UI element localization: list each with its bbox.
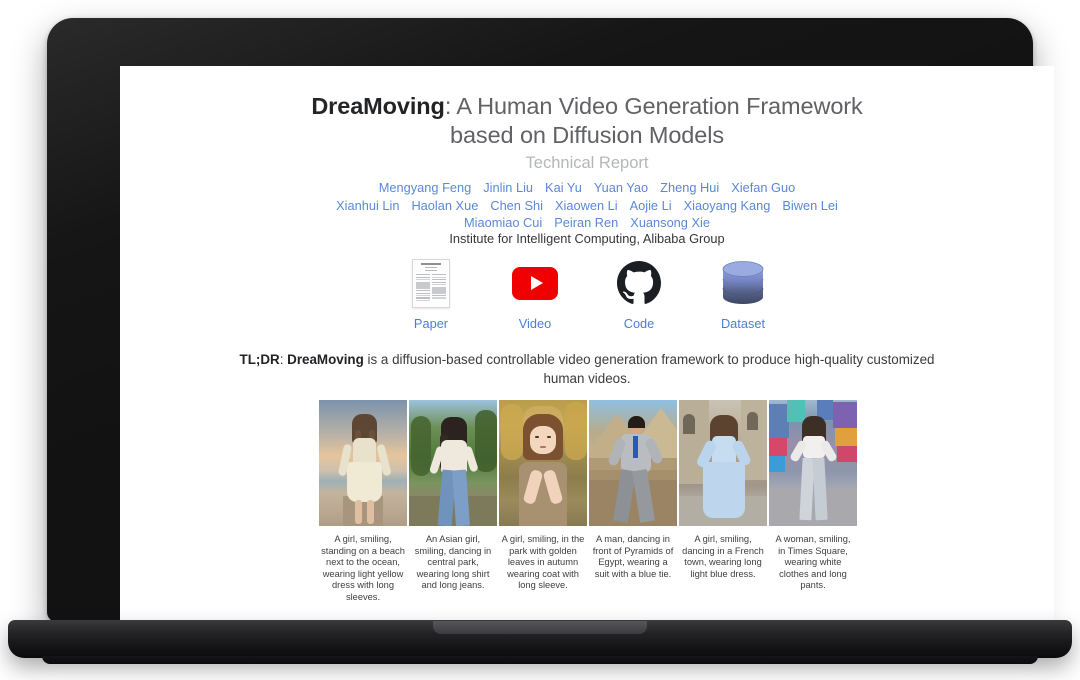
laptop-base-notch — [433, 621, 647, 634]
dataset-link-label: Dataset — [720, 316, 766, 331]
sample-gallery: A girl, smiling, standing on a beach nex… — [319, 400, 857, 604]
author-link[interactable]: Jinlin Liu — [483, 179, 533, 197]
author-link[interactable]: Miaomiao Cui — [464, 214, 542, 232]
tldr-body: is a diffusion-based controllable video … — [363, 352, 935, 386]
paper-document-icon — [412, 258, 450, 308]
code-link[interactable]: Code — [602, 258, 676, 331]
gallery-item[interactable]: An Asian girl, smiling, dancing in centr… — [409, 400, 497, 604]
page-title: DreaMoving: A Human Video Generation Fra… — [120, 92, 1054, 150]
gallery-caption: A man, dancing in front of Pyramids of E… — [592, 534, 674, 579]
gallery-item[interactable]: A woman, smiling, in Times Square, weari… — [769, 400, 857, 604]
page-subtitle: Technical Report — [525, 154, 649, 172]
author-link[interactable]: Xiaoyang Kang — [684, 197, 771, 215]
gallery-thumbnail-autumn-park[interactable] — [499, 400, 587, 526]
video-link[interactable]: Video — [498, 258, 572, 331]
author-link[interactable]: Yuan Yao — [594, 179, 648, 197]
author-row-1: Mengyang Feng Jinlin Liu Kai Yu Yuan Yao Zhe… — [120, 179, 1054, 197]
author-link[interactable]: Xiaowen Li — [555, 197, 618, 215]
gallery-caption: A girl, smiling, in the park with golden… — [501, 534, 585, 591]
author-link[interactable]: Peiran Ren — [554, 214, 618, 232]
paper-link[interactable]: Paper — [394, 258, 468, 331]
youtube-play-icon — [512, 258, 558, 308]
gallery-item[interactable]: A man, dancing in front of Pyramids of E… — [589, 400, 677, 604]
tldr-prefix: TL;DR — [239, 352, 280, 367]
dataset-link[interactable]: Dataset — [706, 258, 780, 331]
gallery-thumbnail-beach-sunset[interactable] — [319, 400, 407, 526]
gallery-caption: A girl, smiling, dancing in a French tow… — [682, 534, 764, 579]
gallery-thumbnail-pyramids-egypt[interactable] — [589, 400, 677, 526]
author-row-3: Miaomiao Cui Peiran Ren Xuansong Xie — [120, 214, 1054, 232]
author-link[interactable]: Biwen Lei — [782, 197, 838, 215]
laptop-screen: DreaMoving: A Human Video Generation Fra… — [120, 66, 1054, 632]
gallery-thumbnail-french-town[interactable] — [679, 400, 767, 526]
gallery-thumbnail-green-park[interactable] — [409, 400, 497, 526]
laptop-lid: DreaMoving: A Human Video Generation Fra… — [47, 18, 1054, 632]
laptop-foot — [42, 656, 1038, 664]
page-title-line2: based on Diffusion Models — [449, 122, 724, 148]
laptop-mockup: DreaMoving: A Human Video Generation Fra… — [0, 0, 1080, 680]
author-link[interactable]: Xuansong Xie — [630, 214, 710, 232]
page-title-project: DreaMoving — [311, 93, 445, 119]
gallery-item[interactable]: A girl, smiling, standing on a beach nex… — [319, 400, 407, 604]
affiliation: Institute for Intelligent Computing, Ali… — [449, 231, 725, 246]
page-title-rest-line1: : A Human Video Generation Framework — [444, 93, 863, 119]
code-link-label: Code — [623, 316, 655, 331]
author-link[interactable]: Chen Shi — [490, 197, 543, 215]
author-list: Mengyang Feng Jinlin Liu Kai Yu Yuan Yao Zhe… — [120, 179, 1054, 232]
author-link[interactable]: Haolan Xue — [411, 197, 478, 215]
author-link[interactable]: Xianhui Lin — [336, 197, 399, 215]
webpage-content: DreaMoving: A Human Video Generation Fra… — [120, 66, 1054, 632]
gallery-thumbnail-times-square[interactable] — [769, 400, 857, 526]
resource-links-row: Paper Video Code Dataset — [120, 258, 1054, 331]
video-link-label: Video — [518, 316, 552, 331]
paper-link-label: Paper — [413, 316, 449, 331]
author-link[interactable]: Kai Yu — [545, 179, 582, 197]
gallery-caption: A girl, smiling, standing on a beach nex… — [321, 534, 405, 602]
author-link[interactable]: Aojie Li — [630, 197, 672, 215]
gallery-item[interactable]: A girl, smiling, dancing in a French tow… — [679, 400, 767, 604]
gallery-caption: An Asian girl, smiling, dancing in centr… — [414, 534, 492, 591]
author-row-2: Xianhui Lin Haolan Xue Chen Shi Xiaowen Li A… — [120, 197, 1054, 215]
author-link[interactable]: Zheng Hui — [660, 179, 719, 197]
github-octocat-icon — [617, 258, 661, 308]
tldr-summary: TL;DR: DreaMoving is a diffusion-based c… — [227, 350, 947, 388]
gallery-item[interactable]: A girl, smiling, in the park with golden… — [499, 400, 587, 604]
gallery-caption: A woman, smiling, in Times Square, weari… — [775, 534, 851, 591]
author-link[interactable]: Mengyang Feng — [379, 179, 471, 197]
author-link[interactable]: Xiefan Guo — [731, 179, 795, 197]
tldr-project: DreaMoving — [287, 352, 364, 367]
database-cylinder-icon — [721, 258, 765, 308]
